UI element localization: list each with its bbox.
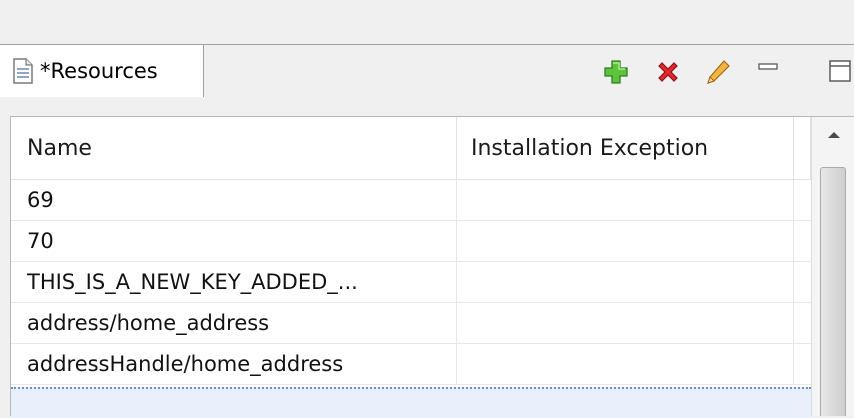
minimize-button[interactable] bbox=[754, 53, 782, 81]
resources-table: Name Installation Exception 69 70 THIS_I… bbox=[10, 116, 854, 418]
tab-label: *Resources bbox=[40, 59, 158, 83]
resources-tab[interactable]: *Resources bbox=[0, 45, 204, 97]
cell-name: 69 bbox=[11, 180, 457, 220]
cell-name: addressHandle/home_address bbox=[11, 344, 457, 384]
column-header-filler bbox=[794, 117, 811, 179]
edit-button[interactable] bbox=[704, 58, 732, 86]
column-header-installation-exception[interactable]: Installation Exception bbox=[457, 117, 794, 179]
table-body: 69 70 THIS_IS_A_NEW_KEY_ADDED_... addres… bbox=[11, 180, 811, 385]
edit-icon bbox=[707, 60, 730, 84]
maximize-icon bbox=[829, 60, 851, 82]
cell-installation-exception bbox=[457, 262, 794, 302]
cell-installation-exception bbox=[457, 221, 794, 261]
table-row[interactable]: addressHandle/home_address bbox=[11, 344, 811, 385]
table-row[interactable]: THIS_IS_A_NEW_KEY_ADDED_... bbox=[11, 262, 811, 303]
cell-name: address/home_address bbox=[11, 303, 457, 343]
cell-name: THIS_IS_A_NEW_KEY_ADDED_... bbox=[11, 262, 457, 302]
cell-installation-exception bbox=[457, 344, 794, 384]
minimize-icon bbox=[758, 63, 778, 70]
top-strip bbox=[0, 0, 854, 45]
table-row[interactable]: 70 bbox=[11, 221, 811, 262]
scroll-up-button[interactable] bbox=[812, 117, 854, 153]
view-tab-bar: *Resources bbox=[0, 45, 854, 97]
table-header: Name Installation Exception bbox=[11, 117, 811, 180]
chevron-up-icon bbox=[828, 132, 840, 138]
vertical-scrollbar[interactable] bbox=[811, 117, 854, 416]
scrollbar-thumb[interactable] bbox=[820, 167, 846, 416]
delete-icon bbox=[658, 62, 678, 82]
column-header-name[interactable]: Name bbox=[11, 117, 457, 179]
maximize-button[interactable] bbox=[826, 57, 854, 85]
delete-button[interactable] bbox=[654, 58, 682, 86]
table-row[interactable]: address/home_address bbox=[11, 303, 811, 344]
view-toolbar bbox=[590, 45, 854, 97]
document-icon bbox=[12, 58, 34, 84]
cell-name: 70 bbox=[11, 221, 457, 261]
add-button[interactable] bbox=[602, 58, 630, 86]
add-icon bbox=[604, 60, 628, 84]
cell-installation-exception bbox=[457, 303, 794, 343]
cell-installation-exception bbox=[457, 180, 794, 220]
selected-table-row[interactable] bbox=[11, 387, 811, 418]
table-row[interactable]: 69 bbox=[11, 180, 811, 221]
